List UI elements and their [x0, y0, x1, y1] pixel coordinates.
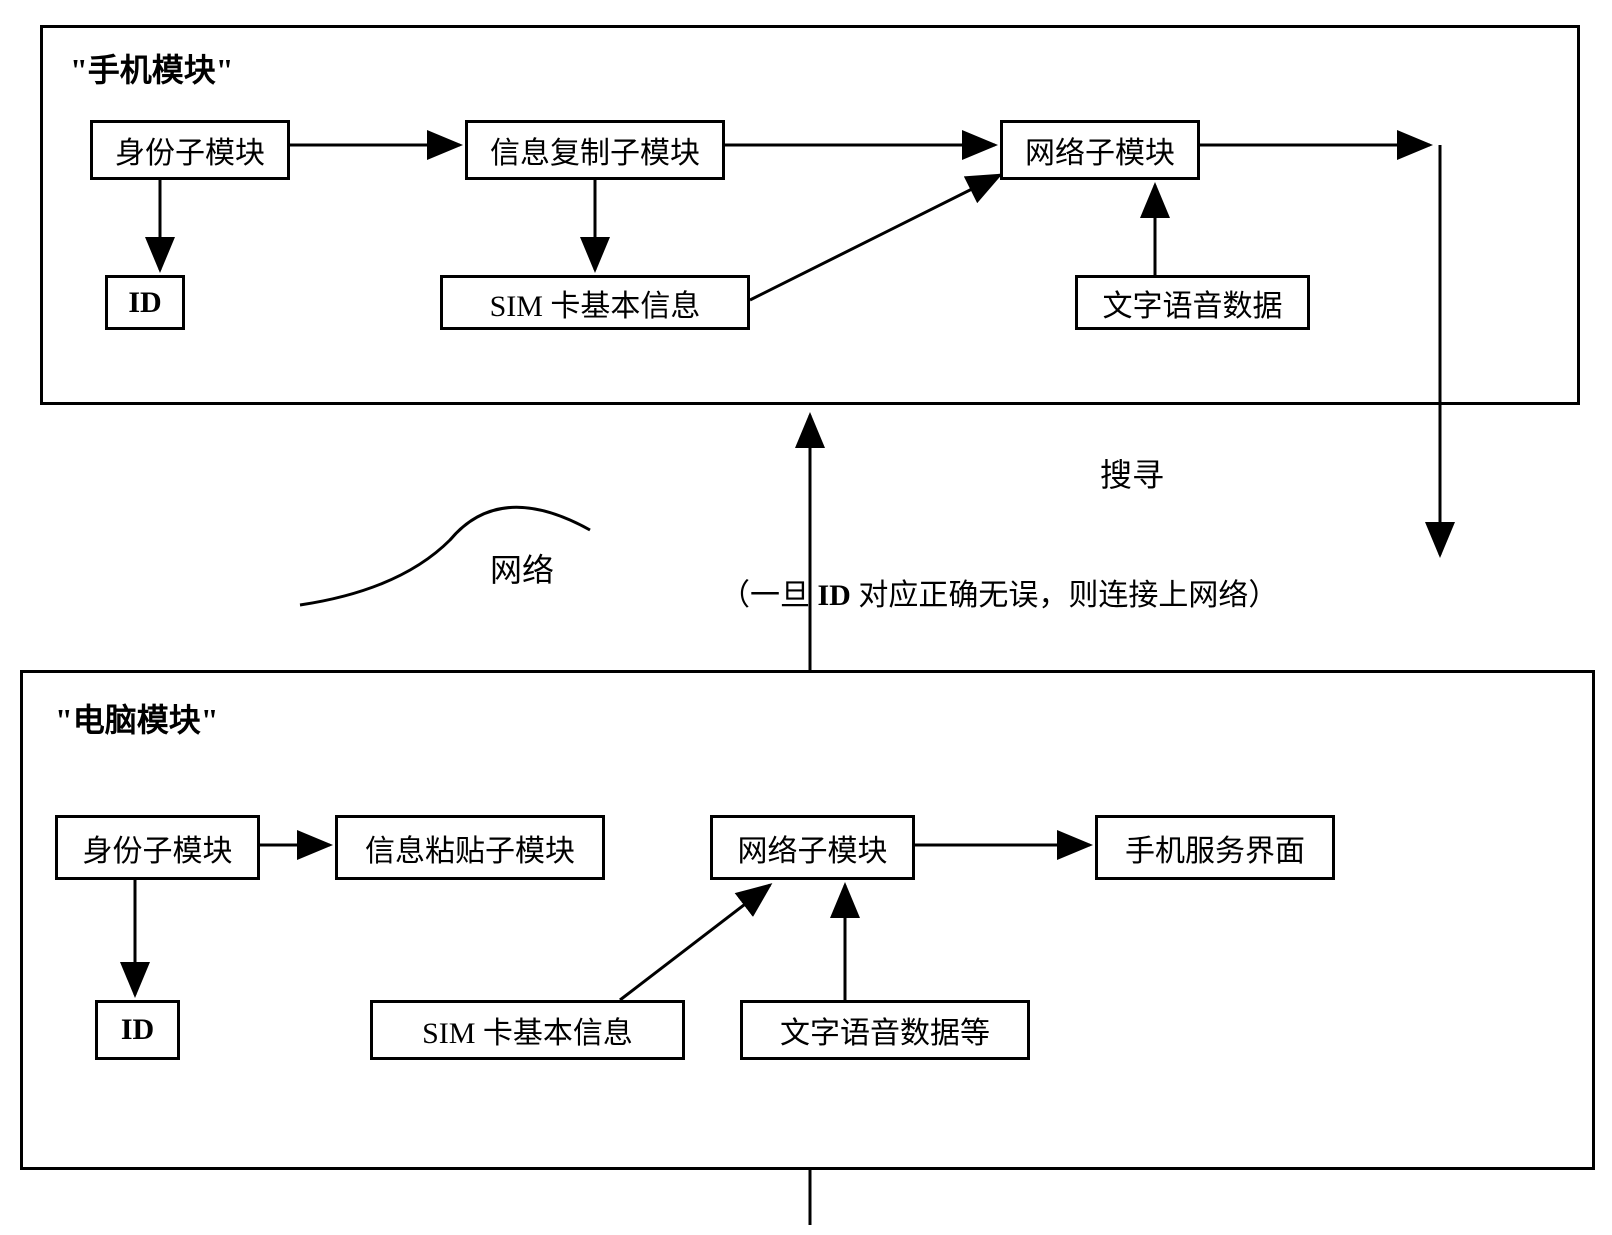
computer-identity-sub-box: 身份子模块 — [55, 815, 260, 880]
computer-network-sub-label: 网络子模块 — [738, 826, 888, 870]
phone-sim-info-label: SIM 卡基本信息 — [490, 281, 701, 325]
computer-sim-info-box: SIM 卡基本信息 — [370, 1000, 685, 1060]
network-label: 网络 — [490, 545, 554, 591]
computer-text-voice-data-label: 文字语音数据等 — [780, 1008, 990, 1052]
phone-info-copy-sub-box: 信息复制子模块 — [465, 120, 725, 180]
phone-sim-info-box: SIM 卡基本信息 — [440, 275, 750, 330]
computer-network-sub-box: 网络子模块 — [710, 815, 915, 880]
phone-network-sub-label: 网络子模块 — [1025, 128, 1175, 172]
phone-module-title: "手机模块" — [70, 45, 234, 91]
phone-id-label: ID — [128, 286, 161, 320]
phone-network-sub-box: 网络子模块 — [1000, 120, 1200, 180]
phone-module-container — [40, 25, 1580, 405]
search-label: 搜寻 — [1100, 450, 1164, 496]
annotation-suffix: 对应正确无误，则连接上网络） — [851, 579, 1279, 612]
computer-sim-info-label: SIM 卡基本信息 — [422, 1008, 633, 1052]
id-match-annotation: （一旦 ID 对应正确无误，则连接上网络） — [720, 570, 1278, 614]
computer-id-label: ID — [121, 1013, 154, 1047]
computer-phone-service-ui-label: 手机服务界面 — [1125, 826, 1305, 870]
annotation-prefix: （一旦 — [720, 579, 818, 612]
computer-identity-sub-label: 身份子模块 — [83, 826, 233, 870]
computer-info-paste-sub-box: 信息粘贴子模块 — [335, 815, 605, 880]
phone-info-copy-sub-label: 信息复制子模块 — [490, 128, 700, 172]
phone-text-voice-data-label: 文字语音数据 — [1103, 281, 1283, 325]
computer-id-box: ID — [95, 1000, 180, 1060]
phone-identity-sub-label: 身份子模块 — [115, 128, 265, 172]
computer-module-title: "电脑模块" — [55, 695, 219, 741]
phone-id-box: ID — [105, 275, 185, 330]
annotation-id: ID — [818, 579, 851, 612]
phone-text-voice-data-box: 文字语音数据 — [1075, 275, 1310, 330]
computer-phone-service-ui-box: 手机服务界面 — [1095, 815, 1335, 880]
computer-info-paste-sub-label: 信息粘贴子模块 — [365, 826, 575, 870]
computer-module-container — [20, 670, 1595, 1170]
computer-text-voice-data-box: 文字语音数据等 — [740, 1000, 1030, 1060]
phone-identity-sub-box: 身份子模块 — [90, 120, 290, 180]
